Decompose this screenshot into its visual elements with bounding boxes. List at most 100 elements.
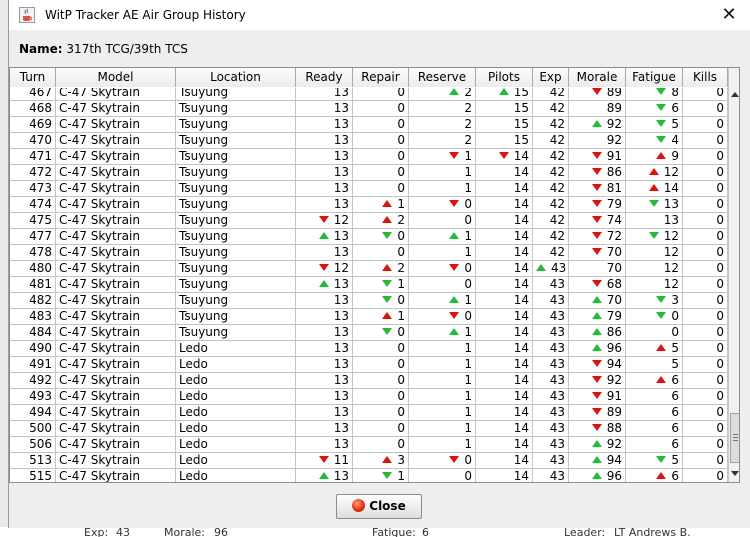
column-header-repair[interactable]: Repair (353, 68, 409, 87)
cell-location: Ledo (176, 341, 296, 356)
column-header-pilots[interactable]: Pilots (476, 68, 533, 87)
cell-kills: 0 (683, 117, 728, 132)
cell-value: 480 (29, 261, 52, 275)
cell-value: 13 (333, 373, 349, 387)
cell-fatigue: 6 (626, 469, 683, 482)
cell-value: 92 (606, 133, 622, 147)
cell-kills: 0 (683, 165, 728, 180)
under-exp-value: 43 (116, 527, 130, 537)
cell-value: 0 (716, 245, 724, 259)
table-row[interactable]: 480 C-47 Skytrain Tsuyung 12 2 0 14 43 70 12 0 (10, 261, 728, 277)
table-row[interactable]: 482 C-47 Skytrain Tsuyung 13 0 1 14 43 70 3 0 (10, 293, 728, 309)
table-row[interactable]: 469 C-47 Skytrain Tsuyung 13 0 2 15 42 92 5 0 (10, 117, 728, 133)
cell-location: Ledo (176, 357, 296, 372)
table-row[interactable]: 468 C-47 Skytrain Tsuyung 13 0 2 15 42 89 6 0 (10, 101, 728, 117)
column-header-model[interactable]: Model (56, 68, 176, 87)
cell-value: 14 (513, 293, 529, 307)
table-row[interactable]: 478 C-47 Skytrain Tsuyung 13 0 1 14 42 70 12 0 (10, 245, 728, 261)
table-row[interactable]: 515 C-47 Skytrain Ledo 13 1 0 14 43 96 6 0 (10, 469, 728, 482)
cell-value: 14 (513, 277, 529, 291)
table-row[interactable]: 506 C-47 Skytrain Ledo 13 0 1 14 43 92 6 0 (10, 437, 728, 453)
cell-value: 13 (333, 149, 349, 163)
cell-pilots: 14 (476, 277, 533, 292)
cell-fatigue: 13 (626, 213, 683, 228)
cell-value: Tsuyung (179, 181, 229, 195)
cell-turn: 506 (10, 437, 56, 452)
table-row[interactable]: 474 C-47 Skytrain Tsuyung 13 1 0 14 42 79 13 0 (10, 197, 728, 213)
column-header-exp[interactable]: Exp (533, 68, 569, 87)
cell-value: 79 (606, 197, 622, 211)
cell-value: 1 (464, 373, 472, 387)
cell-kills: 0 (683, 453, 728, 468)
table-row[interactable]: 470 C-47 Skytrain Tsuyung 13 0 2 15 42 92 4 0 (10, 133, 728, 149)
table-row[interactable]: 500 C-47 Skytrain Ledo 13 0 1 14 43 88 6 0 (10, 421, 728, 437)
scroll-up-arrow-icon[interactable] (729, 88, 739, 102)
cell-value: C-47 Skytrain (59, 341, 140, 355)
cell-value: 0 (464, 261, 472, 275)
column-header-morale[interactable]: Morale (569, 68, 626, 87)
trend-up-icon (318, 232, 329, 239)
cell-value: 12 (663, 245, 679, 259)
cell-model: C-47 Skytrain (56, 101, 176, 116)
cell-value: 1 (464, 325, 472, 339)
table-row[interactable]: 492 C-47 Skytrain Ledo 13 0 1 14 43 92 6 0 (10, 373, 728, 389)
cell-model: C-47 Skytrain (56, 421, 176, 436)
column-header-fatigue[interactable]: Fatigue (626, 68, 683, 87)
cell-value: 0 (397, 389, 405, 403)
cell-morale: 81 (569, 181, 626, 196)
table-row[interactable]: 472 C-47 Skytrain Tsuyung 13 0 1 14 42 86 12 0 (10, 165, 728, 181)
scroll-thumb[interactable] (730, 413, 739, 463)
table-row[interactable]: 490 C-47 Skytrain Ledo 13 0 1 14 43 96 5 0 (10, 341, 728, 357)
vertical-scrollbar[interactable] (728, 68, 739, 482)
trend-up-icon (591, 312, 602, 319)
table-row[interactable]: 467 C-47 Skytrain Tsuyung 13 0 2 15 42 89 8 0 (10, 88, 728, 101)
cell-reserve: 0 (409, 261, 476, 276)
cell-value: 13 (333, 181, 349, 195)
column-header-ready[interactable]: Ready (296, 68, 353, 87)
cell-kills: 0 (683, 88, 728, 100)
window-close-icon[interactable]: ✕ (707, 0, 750, 30)
trend-up-icon (591, 456, 602, 463)
cell-model: C-47 Skytrain (56, 325, 176, 340)
column-header-reserve[interactable]: Reserve (409, 68, 476, 87)
cell-value: 0 (716, 405, 724, 419)
cell-kills: 0 (683, 229, 728, 244)
column-header-kills[interactable]: Kills (683, 68, 728, 87)
column-header-location[interactable]: Location (176, 68, 296, 87)
trend-down-icon (648, 232, 659, 239)
cell-exp: 43 (533, 469, 569, 482)
table-body[interactable]: 467 C-47 Skytrain Tsuyung 13 0 2 15 42 89 8 0 468 C-… (10, 88, 728, 482)
cell-value: 2 (464, 88, 472, 99)
table-row[interactable]: 484 C-47 Skytrain Tsuyung 13 0 1 14 43 86 0 0 (10, 325, 728, 341)
table-row[interactable]: 494 C-47 Skytrain Ledo 13 0 1 14 43 89 6 0 (10, 405, 728, 421)
cell-value: C-47 Skytrain (59, 229, 140, 243)
cell-morale: 96 (569, 469, 626, 482)
table-row[interactable]: 473 C-47 Skytrain Tsuyung 13 0 1 14 42 81 14 0 (10, 181, 728, 197)
table-row[interactable]: 477 C-47 Skytrain Tsuyung 13 0 1 14 42 72 12 0 (10, 229, 728, 245)
table-row[interactable]: 475 C-47 Skytrain Tsuyung 12 2 0 14 42 74 13 0 (10, 213, 728, 229)
cell-fatigue: 5 (626, 453, 683, 468)
title-bar[interactable]: WitP Tracker AE Air Group History ✕ (9, 0, 750, 30)
cell-pilots: 14 (476, 453, 533, 468)
table-row[interactable]: 471 C-47 Skytrain Tsuyung 13 0 1 14 42 91 9 0 (10, 149, 728, 165)
cell-turn: 491 (10, 357, 56, 372)
cell-morale: 74 (569, 213, 626, 228)
table-row[interactable]: 483 C-47 Skytrain Tsuyung 13 1 0 14 43 79 0 0 (10, 309, 728, 325)
table-row[interactable]: 491 C-47 Skytrain Ledo 13 0 1 14 43 94 5 0 (10, 357, 728, 373)
cell-value: 72 (606, 229, 622, 243)
scroll-down-arrow-icon[interactable] (729, 466, 739, 480)
cell-value: Tsuyung (179, 197, 229, 211)
cell-value: 15 (513, 88, 529, 99)
column-header-turn[interactable]: Turn (10, 68, 56, 87)
trend-down-icon (656, 136, 667, 143)
table-row[interactable]: 513 C-47 Skytrain Ledo 11 3 0 14 43 94 5 0 (10, 453, 728, 469)
cell-fatigue: 6 (626, 405, 683, 420)
cell-ready: 13 (296, 277, 353, 292)
cell-exp: 42 (533, 213, 569, 228)
cell-value: C-47 Skytrain (59, 453, 140, 467)
table-row[interactable]: 493 C-47 Skytrain Ledo 13 0 1 14 43 91 6 0 (10, 389, 728, 405)
cell-morale: 92 (569, 117, 626, 132)
close-button[interactable]: Close (336, 494, 422, 519)
table-row[interactable]: 481 C-47 Skytrain Tsuyung 13 1 0 14 43 68 12 0 (10, 277, 728, 293)
cell-value: 94 (606, 357, 622, 371)
